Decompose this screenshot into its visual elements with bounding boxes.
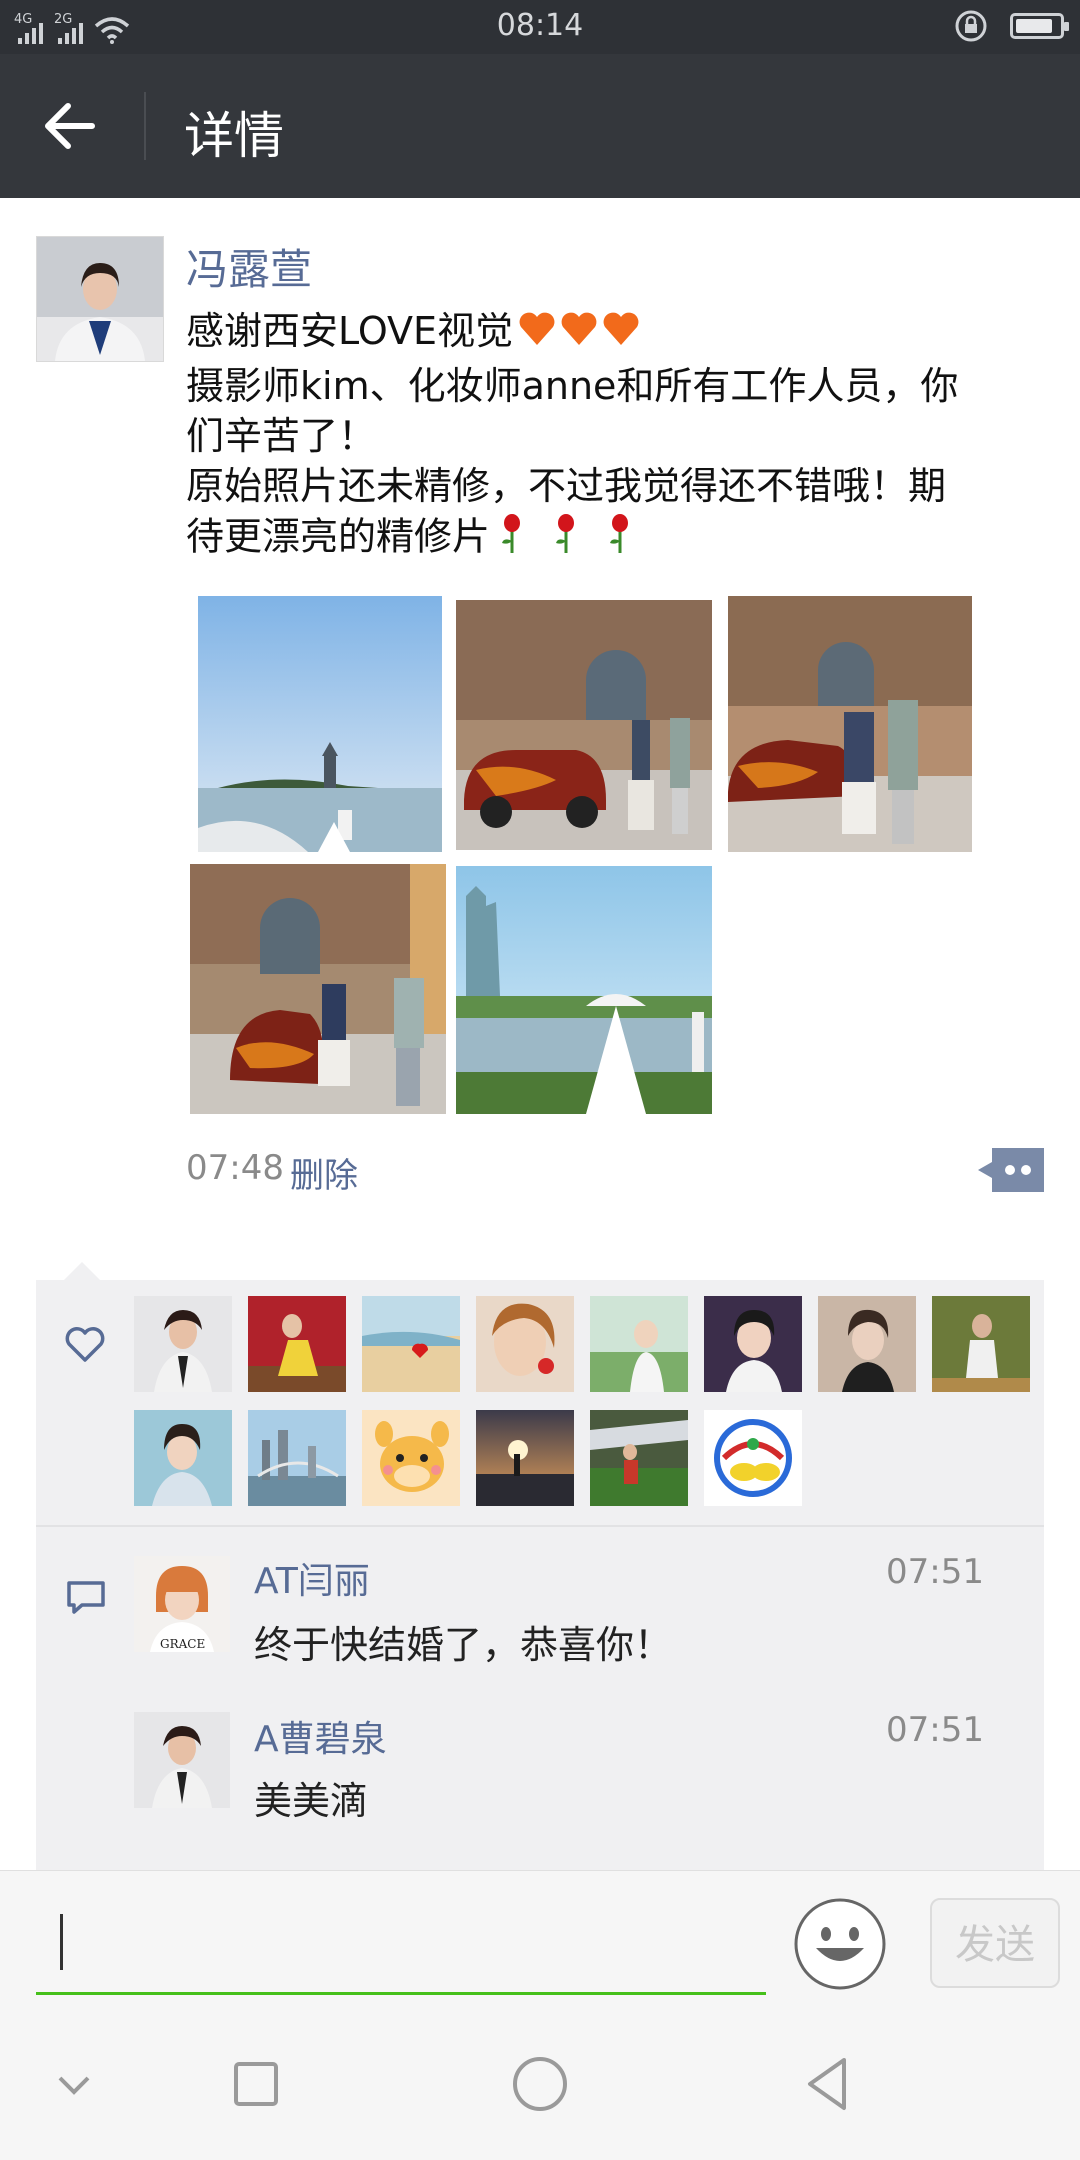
commenter-avatar[interactable] (134, 1712, 230, 1808)
nav-hide-button[interactable] (34, 2050, 114, 2120)
post-photo[interactable] (728, 596, 972, 852)
liker-avatar[interactable] (134, 1296, 232, 1392)
battery-level (1016, 19, 1052, 33)
commenter-name[interactable]: A曹碧泉 (254, 1710, 387, 1762)
commenter-avatar[interactable]: GRACE (134, 1556, 230, 1652)
heart-icon (64, 1326, 106, 1364)
clock: 08:14 (496, 8, 584, 43)
rotation-lock-icon (955, 10, 987, 42)
liker-avatar[interactable] (362, 1410, 460, 1506)
system-nav-bar (0, 2010, 1080, 2160)
panel-divider (36, 1525, 1044, 1527)
author-avatar[interactable] (36, 236, 164, 362)
liker-avatar[interactable] (134, 1410, 232, 1506)
comment-time: 07:51 (886, 1710, 984, 1750)
chevron-down-icon (58, 2076, 90, 2095)
comment-input[interactable] (36, 1906, 766, 1995)
circle-icon (513, 2057, 567, 2111)
post-author-name[interactable]: 冯露萱 (186, 236, 312, 297)
rose-emoji-icon (494, 511, 654, 567)
post-time: 07:48 (186, 1148, 284, 1188)
liker-avatar[interactable] (590, 1410, 688, 1506)
post-text-line: 摄影师kim、化妆师anne和所有工作人员，你 (186, 363, 959, 408)
page-title: 详情 (184, 107, 284, 165)
panel-pointer (64, 1262, 100, 1280)
app-header: 详情 (0, 54, 1080, 198)
status-bar: 4G 2G 08:14 (0, 0, 1080, 54)
post-text-line: 们辛苦了！ (186, 413, 377, 458)
post-photo[interactable] (190, 864, 446, 1114)
liker-avatar[interactable] (704, 1296, 802, 1392)
liker-avatar[interactable] (248, 1410, 346, 1506)
liker-avatar[interactable] (704, 1410, 802, 1506)
smiley-icon (794, 1898, 886, 1990)
commenter-name[interactable]: AT闫丽 (254, 1552, 370, 1604)
post-photo[interactable] (456, 600, 712, 850)
text-caret (60, 1914, 63, 1970)
nav-home-button[interactable] (500, 2050, 580, 2120)
delete-link[interactable]: 删除 (290, 1148, 358, 1197)
header-divider (144, 92, 146, 160)
post-text-line: 原始照片还未精修，不过我觉得还不错哦！期 (186, 463, 947, 508)
comment-icon (66, 1580, 106, 1616)
back-button[interactable] (36, 94, 108, 158)
liker-avatar[interactable] (932, 1296, 1030, 1392)
liker-avatar[interactable] (476, 1296, 574, 1392)
battery-icon (1010, 13, 1069, 39)
comment-text: 终于快结婚了，恭喜你！ (254, 1623, 673, 1667)
post-text-line: 待更漂亮的精修片 (186, 511, 1036, 567)
comment-like-menu-button[interactable] (978, 1148, 1044, 1192)
comment-time: 07:51 (886, 1552, 984, 1592)
post-photo[interactable] (198, 596, 442, 852)
liker-avatar[interactable] (818, 1296, 916, 1392)
post-photo[interactable] (456, 866, 712, 1114)
square-icon (234, 2062, 278, 2106)
nav-recents-button[interactable] (214, 2050, 294, 2120)
comment-text: 美美滴 (254, 1779, 369, 1823)
liker-avatar[interactable] (476, 1410, 574, 1506)
liker-avatar[interactable] (590, 1296, 688, 1392)
triangle-back-icon (808, 2058, 846, 2110)
emoji-button[interactable] (792, 1896, 888, 1992)
orange-heart-emoji-icon (517, 307, 641, 361)
arrow-left-icon (45, 103, 95, 149)
svg-text:GRACE: GRACE (160, 1637, 205, 1651)
more-dots-icon (978, 1148, 1044, 1192)
send-button[interactable]: 发送 (930, 1898, 1060, 1988)
nav-back-button[interactable] (790, 2050, 870, 2120)
liker-avatar[interactable] (248, 1296, 346, 1392)
liker-avatar[interactable] (362, 1296, 460, 1392)
post-text-line: 感谢西安LOVE视觉 (186, 306, 1036, 361)
post-text: 感谢西安LOVE视觉 摄影师kim、化妆师anne和所有工作人员，你 们辛苦了！… (186, 306, 1036, 567)
